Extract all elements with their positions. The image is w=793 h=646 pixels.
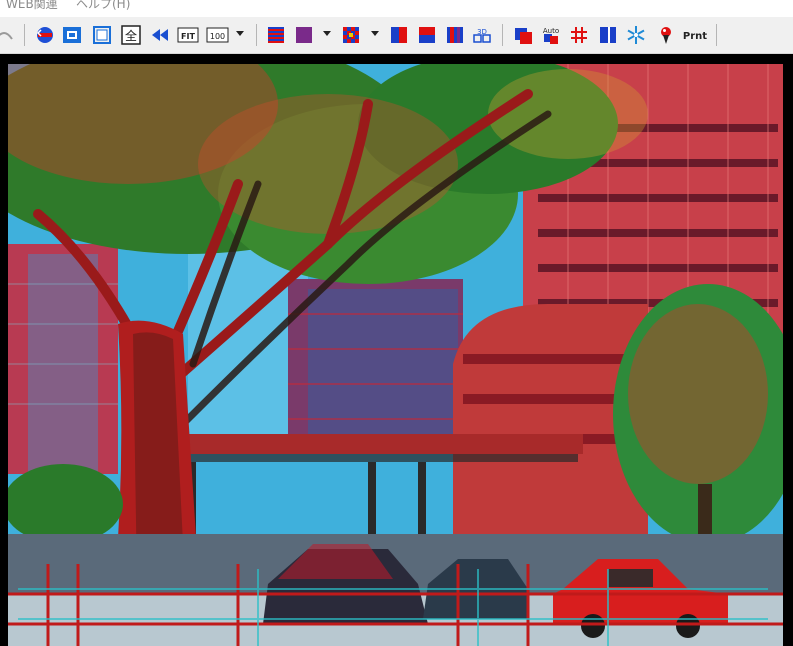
print-icon[interactable]: Prnt [683, 25, 707, 45]
mosaic-dropdown-arrow[interactable] [371, 31, 379, 36]
svg-text:Prnt: Prnt [683, 31, 707, 42]
zoom-dropdown-arrow[interactable] [236, 31, 244, 36]
auto-adjust-icon[interactable]: Auto [541, 25, 561, 45]
menu-help[interactable]: ヘルプ(H) [76, 0, 130, 12]
grip-icon [0, 25, 14, 45]
marker-pin-icon[interactable] [656, 25, 676, 45]
toolbar: 全 FIT 100 3D Auto Prnt [0, 17, 793, 54]
svg-text:Auto: Auto [543, 27, 559, 35]
svg-text:FIT: FIT [181, 32, 195, 41]
3d-glasses-icon[interactable]: 3D [472, 25, 492, 45]
rewind-icon[interactable] [150, 25, 170, 45]
frame-icon[interactable] [92, 25, 112, 45]
snowflake-icon[interactable] [626, 25, 646, 45]
image-viewer[interactable] [0, 54, 793, 646]
overlap-icon[interactable] [513, 25, 533, 45]
red-blue-half-icon[interactable] [389, 25, 409, 45]
separator [24, 24, 25, 46]
interlace-icon[interactable] [266, 25, 286, 45]
svg-text:100: 100 [210, 32, 225, 41]
window-mode-icon[interactable] [62, 25, 82, 45]
lr-panel-icon[interactable] [598, 25, 618, 45]
grid-icon[interactable] [569, 25, 589, 45]
menu-web[interactable]: WEB関連 [6, 0, 58, 12]
red-blue-split-icon[interactable] [417, 25, 437, 45]
separator [256, 24, 257, 46]
menu-bar: WEB関連 ヘルプ(H) [0, 0, 793, 17]
fit-icon[interactable]: FIT [177, 25, 199, 45]
svg-text:全: 全 [125, 28, 137, 43]
checker-icon[interactable] [294, 25, 314, 45]
separator [502, 24, 503, 46]
separator [716, 24, 717, 46]
mosaic-icon[interactable] [341, 25, 361, 45]
zoom-100-icon[interactable]: 100 [206, 25, 230, 45]
anaglyph-photo [8, 64, 783, 646]
checker-dropdown-arrow[interactable] [323, 31, 331, 36]
fullscreen-icon[interactable]: 全 [121, 25, 141, 45]
swap-lr-icon[interactable] [35, 25, 55, 45]
anaglyph-icon[interactable] [445, 25, 465, 45]
